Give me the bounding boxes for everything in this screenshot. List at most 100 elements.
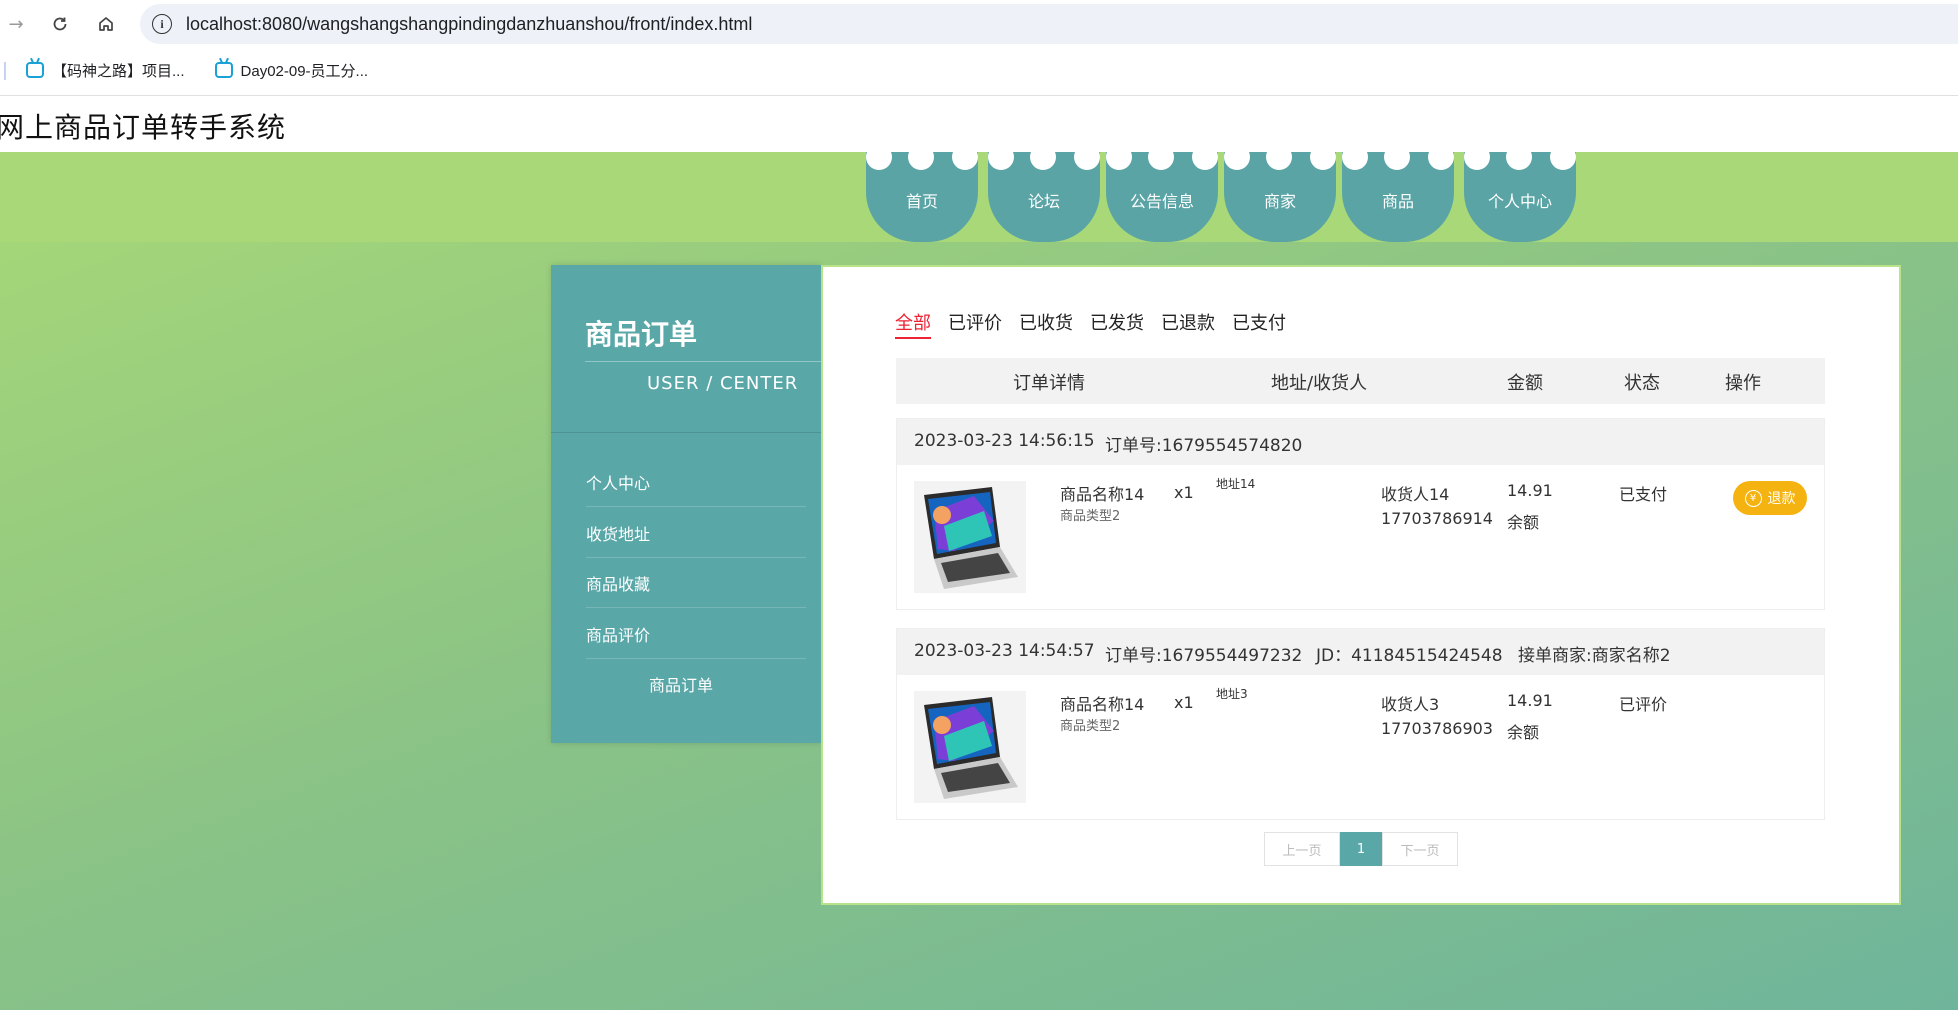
nav-scallop (1384, 144, 1410, 170)
sidebar-item-favorites[interactable]: 商品收藏 (586, 558, 806, 608)
pagination: 上一页 1 下一页 (1264, 832, 1458, 866)
nav-label: 公告信息 (1129, 192, 1194, 211)
order-number: 订单号:1679554574820 (1105, 436, 1303, 456)
product-qty: x1 (1174, 483, 1194, 502)
nav-scallop (1310, 144, 1336, 170)
order-card: 2023-03-23 14:54:57 订单号:1679554497232 JD… (896, 628, 1825, 820)
nav-scallop (1074, 144, 1100, 170)
sidebar-item-label: 个人中心 (586, 473, 651, 493)
site-info-icon[interactable]: i (152, 14, 172, 34)
nav-scallop (988, 144, 1014, 170)
yen-icon: ¥ (1744, 489, 1762, 507)
bookmark-item[interactable]: Day02-09-员工分... (214, 60, 369, 81)
receiver-name: 收货人14 (1381, 485, 1450, 504)
nav-scallop (1342, 144, 1368, 170)
order-header: 2023-03-23 14:56:15 订单号:1679554574820 (897, 419, 1824, 465)
tab-shipped[interactable]: 已发货 (1090, 309, 1144, 339)
orders-panel: 全部 已评价 已收货 已发货 已退款 已支付 订单详情 地址/收货人 金额 状态… (821, 265, 1901, 905)
nav-label: 论坛 (1027, 192, 1060, 211)
order-datetime: 2023-03-23 14:56:15 (914, 431, 1095, 451)
receiver-phone: 17703786914 (1381, 509, 1493, 528)
header-order-details: 订单详情 (1013, 373, 1085, 394)
nav-scallop (1506, 144, 1532, 170)
nav-scallop (1550, 144, 1576, 170)
order-merchant: 接单商家:商家名称2 (1518, 646, 1671, 666)
product-qty: x1 (1174, 693, 1194, 712)
sidebar-item-label: 商品订单 (648, 676, 713, 695)
order-header: 2023-03-23 14:54:57 订单号:1679554497232 JD… (897, 629, 1824, 675)
order-status-tabs: 全部 已评价 已收货 已发货 已退款 已支付 (895, 309, 1303, 339)
nav-label: 首页 (905, 192, 938, 211)
order-jd: JD：41184515424548 (1316, 646, 1503, 666)
nav-scallop (1224, 144, 1250, 170)
next-page-button[interactable]: 下一页 (1382, 832, 1458, 866)
address-bar[interactable]: i localhost:8080/wangshangshangpindingda… (140, 4, 1958, 44)
receiver-name: 收货人3 (1381, 695, 1440, 714)
reload-icon[interactable] (46, 10, 74, 38)
nav-scallop (1192, 144, 1218, 170)
sidebar-item-reviews[interactable]: 商品评价 (586, 609, 806, 659)
nav-label: 个人中心 (1487, 192, 1552, 211)
product-thumbnail[interactable] (914, 481, 1026, 593)
order-amount: 14.91 (1507, 691, 1553, 710)
product-name: 商品名称14 (1060, 485, 1145, 504)
bookmark-label: Day02-09-员工分... (240, 62, 369, 80)
header-amount: 金额 (1507, 373, 1543, 394)
bookmarks-bar: 【码神之路】项目... Day02-09-员工分... (0, 52, 1958, 88)
nav-label: 商品 (1381, 192, 1414, 211)
home-icon[interactable] (92, 10, 120, 38)
table-header: 订单详情 地址/收货人 金额 状态 操作 (896, 358, 1825, 404)
forward-icon[interactable]: → (2, 10, 30, 38)
refund-button[interactable]: ¥ 退款 (1733, 481, 1807, 515)
header-address: 地址/收货人 (1271, 373, 1368, 394)
tab-all[interactable]: 全部 (895, 309, 931, 339)
product-name: 商品名称14 (1060, 695, 1145, 714)
chrome-divider (0, 95, 1958, 96)
bilibili-icon (214, 62, 233, 78)
order-status: 已评价 (1619, 695, 1668, 714)
sidebar-item-label: 商品收藏 (586, 574, 651, 594)
bilibili-icon (26, 62, 44, 78)
tab-received[interactable]: 已收货 (1019, 309, 1073, 339)
nav-scallop (1428, 144, 1454, 170)
sidebar-item-address[interactable]: 收货地址 (586, 508, 806, 558)
sidebar-item-user-center[interactable]: 个人中心 (586, 457, 806, 507)
product-type: 商品类型2 (1060, 719, 1121, 734)
order-card: 2023-03-23 14:56:15 订单号:1679554574820 商品… (896, 418, 1825, 610)
nav-scallop (1030, 144, 1056, 170)
tab-refunded[interactable]: 已退款 (1161, 309, 1215, 339)
product-thumbnail[interactable] (914, 691, 1026, 803)
order-datetime: 2023-03-23 14:54:57 (914, 641, 1095, 661)
sidebar-subtitle: USER / CENTER (647, 373, 799, 394)
bookmark-label: 【码神之路】项目... (52, 62, 185, 80)
order-address: 地址14 (1216, 477, 1256, 491)
order-address: 地址3 (1216, 687, 1248, 701)
prev-page-button[interactable]: 上一页 (1264, 832, 1340, 866)
receiver-phone: 17703786903 (1381, 719, 1493, 738)
tab-paid[interactable]: 已支付 (1232, 309, 1286, 339)
sidebar-title: 商品订单 (585, 318, 698, 351)
pay-method: 余额 (1507, 513, 1540, 532)
bookmark-item[interactable]: 【码神之路】项目... (26, 60, 185, 81)
site-title: 网上商品订单转手系统 (0, 111, 287, 144)
header-status: 状态 (1624, 373, 1660, 394)
user-sidebar: 商品订单 USER / CENTER 个人中心 收货地址 商品收藏 商品评价 商… (551, 265, 821, 743)
page-number-button[interactable]: 1 (1340, 832, 1382, 866)
refund-label: 退款 (1767, 491, 1796, 507)
order-number: 订单号:1679554497232 (1105, 646, 1303, 666)
sidebar-divider (551, 432, 821, 433)
header-action: 操作 (1725, 373, 1761, 394)
url-text: localhost:8080/wangshangshangpindingdanz… (186, 13, 753, 34)
nav-scallop (952, 144, 978, 170)
sidebar-item-orders[interactable]: 商品订单 (586, 659, 806, 709)
product-type: 商品类型2 (1060, 509, 1121, 524)
order-amount: 14.91 (1507, 481, 1553, 500)
nav-scallop (1148, 144, 1174, 170)
tab-reviewed[interactable]: 已评价 (948, 309, 1002, 339)
nav-scallop (1266, 144, 1292, 170)
nav-scallop (866, 144, 892, 170)
browser-toolbar: → i localhost:8080/wangshangshangpinding… (0, 0, 1958, 48)
nav-label: 商家 (1263, 192, 1296, 211)
nav-scallop (1464, 144, 1490, 170)
header-band (0, 152, 1958, 242)
